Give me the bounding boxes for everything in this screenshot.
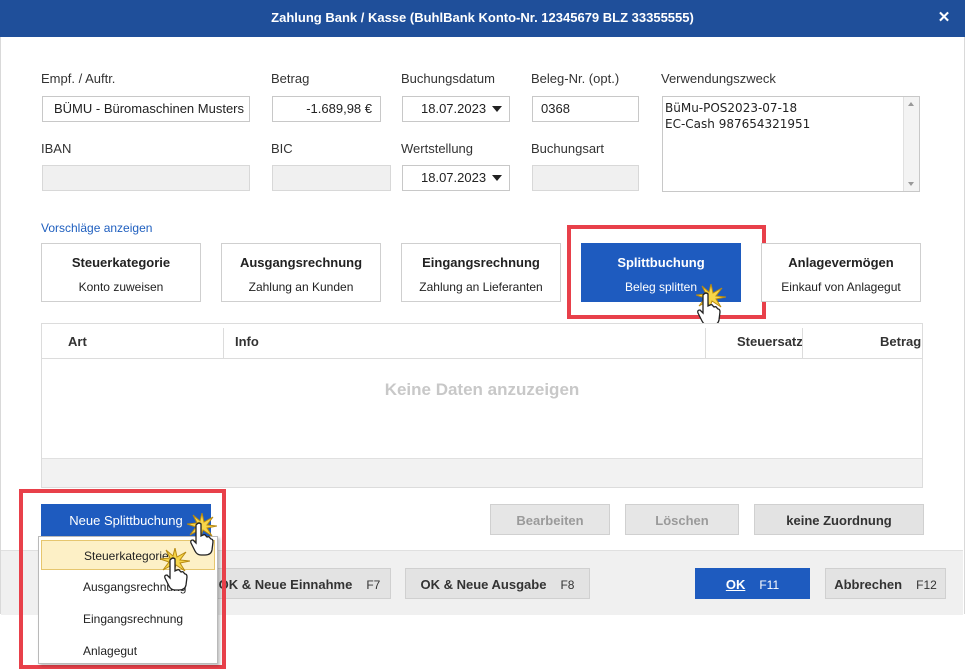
loeschen-button[interactable]: Löschen (625, 504, 739, 535)
buchungsart-field[interactable] (532, 165, 639, 191)
hand-cursor-icon (164, 557, 188, 591)
vorschlaege-link[interactable]: Vorschläge anzeigen (41, 221, 152, 235)
menu-item-anlagegut[interactable]: Anlagegut (41, 636, 215, 666)
card-title: Ausgangsrechnung (239, 255, 363, 270)
iban-label: IBAN (41, 141, 72, 156)
wertstellung-value: 18.07.2023 (421, 170, 487, 185)
card-anlagevermoegen[interactable]: Anlagevermögen Einkauf von Anlagegut (761, 243, 921, 302)
table-header: Art Info Steuersatz Betrag (42, 324, 922, 359)
bic-label: BIC (271, 141, 293, 156)
column-art[interactable]: Art (68, 324, 87, 358)
wertstellung-dropdown[interactable]: 18.07.2023 (402, 165, 510, 191)
card-subtitle: Einkauf von Anlagegut (781, 280, 901, 294)
split-table: Art Info Steuersatz Betrag Keine Daten a… (41, 323, 923, 488)
close-icon[interactable]: ✕ (933, 7, 955, 29)
buchungsdatum-label: Buchungsdatum (401, 71, 495, 86)
menu-item-ausgangsrechnung[interactable]: Ausgangsrechnung (41, 572, 215, 602)
buchungsart-label: Buchungsart (531, 141, 604, 156)
verwendungszweck-textarea[interactable]: BüMu-POS2023-07-18 EC-Cash 987654321951 (662, 96, 920, 192)
betrag-field[interactable]: -1.689,98 € (272, 96, 381, 122)
table-footer (42, 458, 922, 487)
chevron-down-icon (492, 106, 502, 112)
ok-neue-ausgabe-button[interactable]: OK & Neue Ausgabe F8 (405, 568, 590, 599)
ok-label: OK (725, 577, 746, 592)
card-title: Anlagevermögen (788, 255, 894, 270)
scroll-down-icon[interactable] (908, 182, 914, 186)
shortcut-f8: F8 (560, 578, 575, 592)
keine-zuordnung-button[interactable]: keine Zuordnung (754, 504, 924, 535)
card-title: Splittbuchung (617, 255, 705, 270)
column-steuersatz[interactable]: Steuersatz (737, 324, 803, 358)
neue-splittbuchung-button[interactable]: Neue Splittbuchung (41, 504, 211, 536)
card-ausgangsrechnung[interactable]: Ausgangsrechnung Zahlung an Kunden (221, 243, 381, 302)
menu-item-eingangsrechnung[interactable]: Eingangsrechnung (41, 604, 215, 634)
card-subtitle: Zahlung an Lieferanten (419, 280, 543, 294)
betrag-label: Betrag (271, 71, 310, 86)
hand-cursor-icon (697, 292, 721, 326)
ok-button[interactable]: OK F11 (695, 568, 810, 599)
shortcut-f12: F12 (916, 578, 937, 592)
column-divider[interactable] (223, 328, 224, 358)
verwendungszweck-line-2: EC-Cash 987654321951 (665, 117, 811, 131)
title-bar: Zahlung Bank / Kasse (BuhlBank Konto-Nr.… (0, 0, 965, 37)
column-divider[interactable] (802, 328, 803, 358)
card-steuerkategorie[interactable]: Steuerkategorie Konto zuweisen (41, 243, 201, 302)
beleg-field[interactable]: 0368 (532, 96, 639, 122)
card-title: Steuerkategorie (71, 255, 171, 270)
ok-neue-einnahme-button[interactable]: OK & Neue Einnahme F7 (208, 568, 391, 599)
abbrechen-button[interactable]: Abbrechen F12 (825, 568, 946, 599)
window-title: Zahlung Bank / Kasse (BuhlBank Konto-Nr.… (271, 10, 694, 25)
wertstellung-label: Wertstellung (401, 141, 474, 156)
ok-neue-ausgabe-label: OK & Neue Ausgabe (420, 577, 547, 592)
buchungsdatum-value: 18.07.2023 (421, 101, 487, 116)
chevron-down-icon (492, 175, 502, 181)
empty-message: Keine Daten anzuzeigen (384, 380, 580, 399)
column-divider[interactable] (705, 328, 706, 358)
card-subtitle: Zahlung an Kunden (248, 280, 354, 294)
card-title: Eingangsrechnung (422, 255, 540, 270)
beleg-label: Beleg-Nr. (opt.) (531, 71, 620, 86)
verwendungszweck-label: Verwendungszweck (661, 71, 776, 86)
empf-label: Empf. / Auftr. (41, 71, 116, 86)
verwendungszweck-line-1: BüMu-POS2023-07-18 (665, 101, 798, 115)
bearbeiten-button[interactable]: Bearbeiten (490, 504, 610, 535)
empf-field[interactable]: BÜMU - Büromaschinen Musters (42, 96, 250, 122)
textarea-scrollbar[interactable] (903, 97, 919, 191)
hand-cursor-icon (190, 522, 214, 556)
buchungsdatum-dropdown[interactable]: 18.07.2023 (402, 96, 510, 122)
card-eingangsrechnung[interactable]: Eingangsrechnung Zahlung an Lieferanten (401, 243, 561, 302)
column-betrag[interactable]: Betrag (880, 324, 921, 358)
scroll-up-icon[interactable] (908, 102, 914, 106)
ok-neue-einnahme-label: OK & Neue Einnahme (218, 577, 353, 592)
bic-field[interactable] (272, 165, 391, 191)
shortcut-f11: F11 (759, 578, 780, 592)
card-subtitle: Konto zuweisen (78, 280, 164, 294)
shortcut-f7: F7 (366, 578, 381, 592)
abbrechen-label: Abbrechen (834, 577, 903, 592)
iban-field[interactable] (42, 165, 250, 191)
column-info[interactable]: Info (235, 324, 259, 358)
